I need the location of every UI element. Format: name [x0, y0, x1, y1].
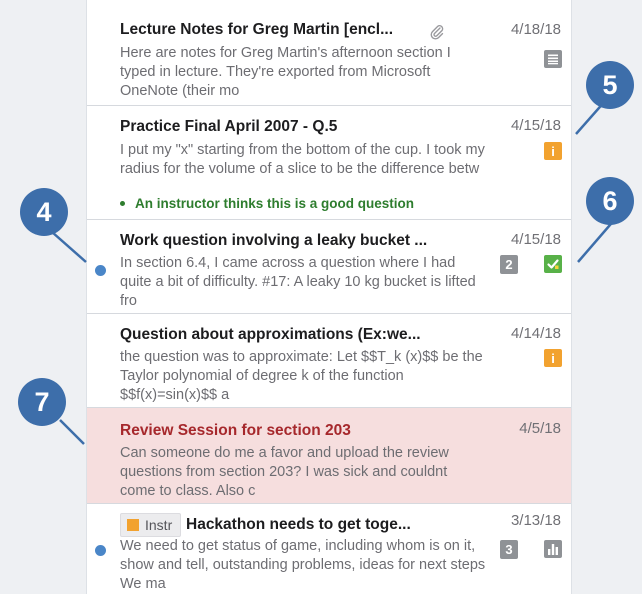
callout-7: 7: [18, 378, 66, 426]
callout-leader-lines: [51, 99, 617, 445]
callout-5: 5: [586, 61, 634, 109]
screenshot-stage: Lecture Notes for Greg Martin [encl... H…: [0, 0, 642, 594]
callout-4: 4: [20, 188, 68, 236]
callout-6: 6: [586, 177, 634, 225]
